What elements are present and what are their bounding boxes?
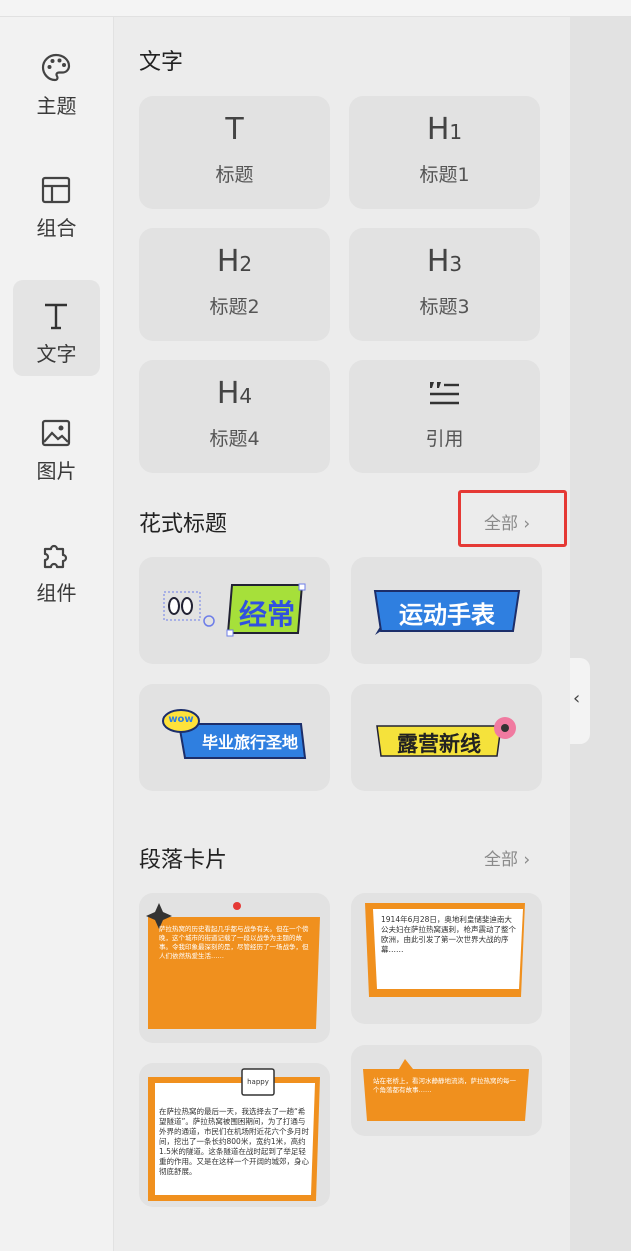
canvas-edge	[570, 17, 631, 1251]
fancy-title-text: 露营新线	[397, 732, 481, 756]
sidebar-item-text[interactable]: 文字	[13, 280, 100, 376]
highlight-box	[458, 490, 567, 547]
puzzle-icon	[43, 544, 68, 569]
chevron-right-icon: ›	[523, 850, 531, 870]
tile-label: 标题3	[419, 296, 470, 318]
sidebar-item-component[interactable]: 组件	[13, 519, 100, 615]
see-all-paragraph-link[interactable]: 全部 ›	[484, 845, 530, 870]
top-bar	[0, 0, 631, 17]
quote-icon	[430, 382, 459, 405]
text-style-title[interactable]: T 标题	[139, 96, 330, 209]
sidebar-item-label: 组件	[36, 581, 77, 605]
tile-label: 标题4	[209, 428, 260, 450]
fancy-card-4[interactable]: 露营新线	[351, 684, 542, 791]
section-title-paragraph: 段落卡片	[139, 848, 228, 873]
text-style-quote[interactable]: 引用	[349, 360, 540, 473]
sidebar-item-label: 图片	[36, 459, 77, 483]
fancy-card-1[interactable]: 经常	[139, 557, 330, 664]
tile-label: 标题2	[209, 296, 260, 318]
palette-icon	[41, 53, 71, 82]
layout-icon	[41, 176, 71, 204]
h4-glyph: H4	[216, 376, 253, 411]
text-icon	[45, 303, 67, 330]
tile-label: 引用	[425, 428, 464, 450]
section-title-text: 文字	[139, 50, 184, 75]
fancy-card-3[interactable]: wow 毕业旅行圣地	[139, 684, 330, 791]
paragraph-text: 在萨拉热窝的最后一天，我选择去了一趟“希望隧道”。萨拉热窝被围困期间，为了打通与…	[159, 1107, 309, 1176]
chevron-left-icon: ‹	[573, 688, 581, 709]
paragraph-text: 站在老桥上，看河水静静地流淌，萨拉热窝的每一个角落都有故事……	[373, 1077, 516, 1094]
paragraph-text: 萨拉热窝的历史看起几乎都与战争有关。但在一个傍晚，这个城市的街道记载了一段以战争…	[159, 925, 309, 960]
happy-note: happy	[247, 1078, 269, 1086]
sidebar-item-label: 文字	[36, 342, 77, 366]
tile-label: 标题	[215, 164, 254, 186]
section-title-fancy: 花式标题	[139, 512, 228, 537]
see-all-label: 全部	[484, 850, 518, 870]
text-style-h3[interactable]: H3 标题3	[349, 228, 540, 341]
h1-glyph: H1	[426, 112, 463, 147]
sidebar-item-label: 主题	[36, 94, 77, 118]
fancy-title-text: 运动手表	[399, 601, 495, 629]
fancy-card-2[interactable]: 运动手表	[351, 557, 542, 664]
image-icon	[41, 419, 71, 447]
fancy-title-text: 经常	[238, 598, 295, 631]
sidebar-item-theme[interactable]: 主题	[13, 32, 100, 128]
text-style-h4[interactable]: H4 标题4	[139, 360, 330, 473]
paragraph-card-4[interactable]: 站在老桥上，看河水静静地流淌，萨拉热窝的每一个角落都有故事……	[351, 1045, 542, 1136]
h2-glyph: H2	[216, 244, 253, 279]
sidebar-item-label: 组合	[36, 216, 77, 240]
h3-glyph: H3	[426, 244, 463, 279]
text-style-h2[interactable]: H2 标题2	[139, 228, 330, 341]
fancy-title-text: 毕业旅行圣地	[201, 733, 298, 752]
wow-badge: wow	[168, 714, 194, 725]
title-glyph: T	[225, 112, 244, 147]
tile-label: 标题1	[419, 164, 470, 186]
paragraph-text: 1914年6月28日，奥地利皇储斐迪南大公夫妇在萨拉热窝遇刺，枪声震动了整个欧洲…	[381, 915, 516, 954]
sidebar-item-image[interactable]: 图片	[13, 397, 100, 493]
sidebar-item-combo[interactable]: 组合	[13, 154, 100, 250]
text-style-h1[interactable]: H1 标题1	[349, 96, 540, 209]
paragraph-card-1[interactable]: 萨拉热窝的历史看起几乎都与战争有关。但在一个傍晚，这个城市的街道记载了一段以战争…	[139, 893, 330, 1043]
paragraph-card-2[interactable]: 1914年6月28日，奥地利皇储斐迪南大公夫妇在萨拉热窝遇刺，枪声震动了整个欧洲…	[351, 893, 542, 1024]
collapse-panel-button[interactable]: ‹	[570, 658, 590, 744]
paragraph-card-3[interactable]: happy 在萨拉热窝的最后一天，我选择去了一趟“希望隧道”。萨拉热窝被围困期间…	[139, 1063, 330, 1207]
